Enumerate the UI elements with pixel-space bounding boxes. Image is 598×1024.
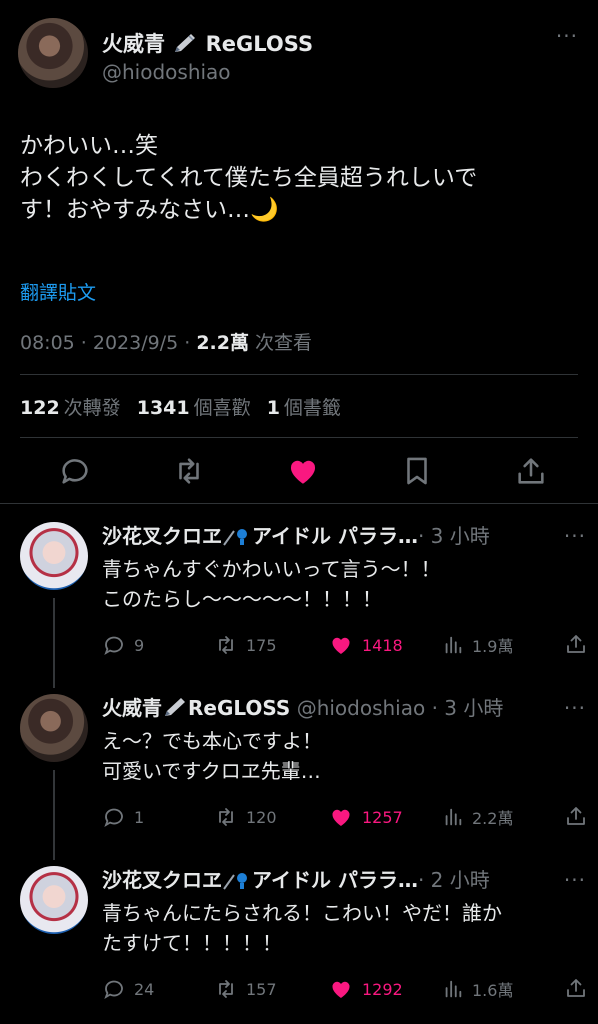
bookmark-icon[interactable] bbox=[400, 454, 434, 488]
microphone-icon bbox=[223, 873, 247, 890]
more-icon[interactable]: ··· bbox=[564, 868, 586, 892]
divider bbox=[20, 437, 578, 438]
reply-count[interactable]: 24 bbox=[102, 976, 154, 1002]
reply-icon bbox=[104, 808, 123, 828]
retweet-icon bbox=[219, 636, 233, 654]
reply-icon bbox=[104, 636, 123, 656]
share-icon[interactable] bbox=[564, 804, 588, 828]
reply-item[interactable]: 火威青 ReGLOSS @hiodoshiao · 3 小時 ··· え〜？でも本… bbox=[0, 676, 598, 860]
reply-text: 青ちゃんにたらされる！こわい！やだ！誰か たすけて！！！！！ bbox=[102, 901, 502, 955]
reply-icon bbox=[104, 980, 123, 1000]
reply-author[interactable]: 火威青 ReGLOSS @hiodoshiao · 3 小時 bbox=[102, 692, 503, 721]
reply-text: 青ちゃんすぐかわいいって言う〜！！ このたらし〜〜〜〜〜！！！！ bbox=[102, 557, 441, 611]
like-count[interactable]: 1418 bbox=[328, 632, 403, 658]
reply-author[interactable]: 沙花叉クロヱ アイドル パララ…· 3 小時 bbox=[102, 520, 490, 549]
retweets-stat[interactable]: 122 次轉發 bbox=[20, 397, 121, 419]
retweet-count[interactable]: 120 bbox=[214, 804, 277, 830]
translate-link[interactable]: 翻譯貼文 bbox=[20, 278, 96, 305]
heart-icon[interactable] bbox=[286, 454, 320, 488]
reply-item[interactable]: 沙花叉クロヱ アイドル パララ…· 2 小時 ··· 青ちゃんにたらされる！こわい… bbox=[0, 848, 598, 1018]
retweet-count[interactable]: 157 bbox=[214, 976, 277, 1002]
bookmarks-stat[interactable]: 1 個書籤 bbox=[267, 397, 341, 419]
reply-text: え〜？でも本心ですよ！ 可愛いですクロヱ先輩… bbox=[102, 729, 322, 783]
views-count[interactable]: 1.6萬 bbox=[442, 976, 513, 1002]
author-handle[interactable]: @hiodoshiao bbox=[102, 60, 231, 84]
thread-line bbox=[53, 770, 55, 860]
avatar[interactable] bbox=[18, 18, 88, 88]
tweet-stats: 122 次轉發 1341 個喜歡 1 個書籤 bbox=[20, 393, 341, 420]
views-icon bbox=[445, 808, 462, 826]
share-icon[interactable] bbox=[564, 632, 588, 656]
likes-stat[interactable]: 1341 個喜歡 bbox=[137, 397, 251, 419]
share-icon[interactable] bbox=[514, 454, 548, 488]
pen-icon bbox=[175, 34, 196, 52]
heart-icon bbox=[332, 637, 350, 654]
retweet-count[interactable]: 175 bbox=[214, 632, 277, 658]
retweet-icon bbox=[219, 980, 233, 998]
retweet-icon[interactable] bbox=[172, 454, 206, 488]
reply-actions: 9 175 1418 1.9萬 bbox=[102, 632, 592, 662]
retweet-icon bbox=[219, 808, 233, 826]
tweet-header: 火威青 ReGLOSS @hiodoshiao ··· bbox=[18, 18, 578, 90]
reply-actions: 24 157 1292 1.6萬 bbox=[102, 976, 592, 1006]
like-count[interactable]: 1257 bbox=[328, 804, 403, 830]
reply-count[interactable]: 1 bbox=[102, 804, 144, 830]
share-icon[interactable] bbox=[564, 976, 588, 1000]
divider bbox=[20, 374, 578, 375]
reply-item[interactable]: 沙花叉クロヱ アイドル パララ…· 3 小時 ··· 青ちゃんすぐかわいいって言う… bbox=[0, 504, 598, 688]
reply-actions: 1 120 1257 2.2萬 bbox=[102, 804, 592, 834]
views-label: 次查看 bbox=[249, 332, 313, 354]
heart-icon bbox=[332, 981, 350, 998]
thread-line bbox=[53, 598, 55, 688]
views-icon bbox=[445, 980, 462, 998]
pen-icon bbox=[165, 698, 185, 716]
more-icon[interactable]: ··· bbox=[564, 524, 586, 548]
reply-author[interactable]: 沙花叉クロヱ アイドル パララ…· 2 小時 bbox=[102, 864, 490, 893]
avatar[interactable] bbox=[20, 866, 88, 934]
author-name[interactable]: 火威青 ReGLOSS bbox=[102, 28, 313, 58]
microphone-icon bbox=[223, 529, 247, 546]
tweet-text: かわいい…笑 わくわくしてくれて僕たち全員超うれしいで す！おやすみなさい…🌙 bbox=[20, 133, 478, 223]
heart-icon bbox=[332, 809, 350, 826]
tweet-time[interactable]: 08:05 · 2023/9/5 · bbox=[20, 332, 196, 354]
tweet-meta: 08:05 · 2023/9/5 · 2.2萬 次查看 bbox=[20, 328, 312, 355]
views-count[interactable]: 2.2萬 bbox=[442, 804, 513, 830]
views-icon bbox=[445, 636, 462, 654]
more-icon[interactable]: ··· bbox=[564, 696, 586, 720]
like-count[interactable]: 1292 bbox=[328, 976, 403, 1002]
views-count: 2.2萬 bbox=[196, 332, 249, 354]
tweet-actions bbox=[0, 448, 598, 492]
reply-icon[interactable] bbox=[58, 454, 92, 488]
reply-count[interactable]: 9 bbox=[102, 632, 144, 658]
more-icon[interactable]: ··· bbox=[556, 24, 578, 48]
avatar[interactable] bbox=[20, 694, 88, 762]
views-count[interactable]: 1.9萬 bbox=[442, 632, 513, 658]
avatar[interactable] bbox=[20, 522, 88, 590]
